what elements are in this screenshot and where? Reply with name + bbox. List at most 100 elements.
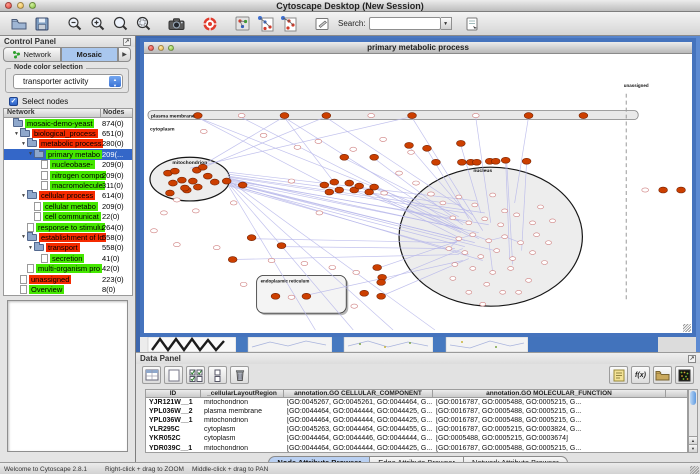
tree-row[interactable]: mosaic-demo-yeast874(0) — [4, 118, 132, 128]
gene-node[interactable] — [294, 145, 301, 149]
tree-row-label[interactable]: unassigned — [29, 275, 71, 284]
gene-node-selected-color[interactable] — [320, 182, 329, 188]
snapshot-icon[interactable] — [166, 13, 187, 34]
unselect-all-attributes-button[interactable] — [208, 366, 227, 384]
gene-node-selected-color[interactable] — [228, 257, 237, 263]
gene-node-selected-color[interactable] — [370, 184, 379, 190]
gene-node[interactable] — [213, 246, 220, 250]
gene-node[interactable] — [642, 188, 649, 192]
delete-attribute-button[interactable] — [230, 366, 249, 384]
gene-node-selected-color[interactable] — [193, 184, 202, 190]
scroll-up-button[interactable]: ▲ — [689, 436, 697, 444]
resize-grip-icon[interactable] — [683, 324, 691, 332]
tree-row[interactable]: response to stimulu264(0) — [4, 222, 132, 232]
tree-row[interactable]: secretion41(0) — [4, 253, 132, 263]
gene-node-selected-color[interactable] — [677, 187, 686, 193]
more-tabs-arrow[interactable]: ▶ — [118, 47, 131, 62]
gene-node-selected-color[interactable] — [193, 113, 202, 119]
tree-row-label[interactable]: cellular process — [39, 191, 95, 200]
gene-node-selected-color[interactable] — [322, 113, 331, 119]
gene-node[interactable] — [550, 219, 556, 223]
search-dropdown-arrow[interactable]: ▼ — [441, 17, 452, 30]
gene-node[interactable] — [288, 179, 295, 183]
expand-arrow-icon[interactable]: ▼ — [13, 131, 20, 137]
attach-file-icon[interactable] — [462, 13, 483, 34]
edge[interactable] — [196, 117, 285, 170]
gene-node-selected-color[interactable] — [222, 178, 231, 184]
gene-node[interactable] — [526, 278, 532, 282]
zoom-selected-icon[interactable] — [133, 13, 154, 34]
col-molecular-function[interactable]: annotation.GO MOLECULAR_FUNCTION — [433, 390, 666, 397]
gene-node[interactable] — [192, 209, 199, 213]
gene-node[interactable] — [238, 113, 245, 117]
gene-node-selected-color[interactable] — [524, 113, 533, 119]
gene-node[interactable] — [173, 198, 180, 202]
table-row[interactable]: YJR121W__1mitochondrion[GO:0045267, GO:0… — [146, 398, 687, 407]
tree-row-label[interactable]: transport — [46, 243, 80, 252]
annotation-icon[interactable] — [311, 13, 332, 34]
gene-node-selected-color[interactable] — [408, 113, 417, 119]
gene-node[interactable] — [151, 229, 158, 233]
gene-node[interactable] — [440, 201, 446, 205]
col-cellular-component[interactable]: annotation.GO CELLULAR_COMPONENT — [284, 390, 433, 397]
scrollbar-thumb[interactable] — [690, 391, 696, 405]
gene-node[interactable] — [542, 261, 548, 265]
gene-node[interactable] — [470, 267, 476, 271]
tree-row[interactable]: cellular metabo209(0) — [4, 201, 132, 211]
tree-row[interactable]: ▼establishment of lo558(0) — [4, 232, 132, 242]
gene-node-selected-color[interactable] — [377, 293, 386, 299]
tree-col-network[interactable]: Network — [4, 109, 101, 117]
tree-row[interactable]: multi-organism pro42(0) — [4, 263, 132, 273]
tree-row-label[interactable]: secretion — [50, 254, 84, 263]
gene-node[interactable] — [428, 192, 435, 196]
edge[interactable] — [326, 118, 472, 215]
table-row[interactable]: YLR295Ccytoplasm[GO:0045263, GO:0044464,… — [146, 425, 687, 434]
gene-node[interactable] — [510, 257, 516, 261]
gene-node[interactable] — [470, 233, 476, 237]
gene-node-selected-color[interactable] — [325, 189, 334, 195]
birdseye-view[interactable] — [7, 300, 128, 452]
expand-arrow-icon[interactable]: ▼ — [20, 193, 27, 199]
gene-node-selected-color[interactable] — [579, 113, 588, 119]
gene-node[interactable] — [530, 221, 536, 225]
gene-node-selected-color[interactable] — [180, 185, 189, 191]
gene-node-selected-color[interactable] — [271, 293, 280, 299]
gene-node-selected-color[interactable] — [280, 113, 289, 119]
gene-node[interactable] — [472, 203, 478, 207]
gene-node-selected-color[interactable] — [166, 190, 175, 196]
tree-row-label[interactable]: establishment of lo — [39, 233, 106, 242]
network-canvas-svg[interactable]: plasma membranecytoplasmmitochondrionnuc… — [144, 54, 692, 332]
gene-node[interactable] — [450, 276, 456, 280]
gene-node[interactable] — [380, 137, 387, 141]
gene-node[interactable] — [546, 241, 552, 245]
gene-node-selected-color[interactable] — [423, 145, 432, 151]
tree-row-label[interactable]: primary metabo — [46, 150, 102, 159]
gene-node[interactable] — [456, 237, 462, 241]
gene-node[interactable] — [502, 209, 508, 213]
layout-b-icon[interactable] — [278, 13, 299, 34]
tree-row-label[interactable]: macromolecule — [50, 181, 105, 190]
gene-node[interactable] — [396, 171, 403, 175]
gene-node[interactable] — [446, 247, 452, 251]
gene-node[interactable] — [466, 221, 472, 225]
gene-node-selected-color[interactable] — [472, 159, 481, 165]
gene-node[interactable] — [450, 216, 456, 220]
gene-node-selected-color[interactable] — [340, 154, 349, 160]
zoom-fit-icon[interactable] — [110, 13, 131, 34]
gene-node[interactable] — [484, 282, 490, 286]
tree-row[interactable]: ▼cellular process614(0) — [4, 191, 132, 201]
tree-col-nodes[interactable]: Nodes — [101, 109, 124, 117]
gene-node-selected-color[interactable] — [335, 187, 344, 193]
window-resize-grip-icon[interactable] — [690, 466, 699, 474]
gene-node[interactable] — [530, 251, 536, 255]
expand-arrow-icon[interactable]: ▼ — [27, 245, 34, 251]
gene-node[interactable] — [462, 251, 468, 255]
gene-node[interactable] — [490, 271, 496, 275]
gene-node[interactable] — [200, 129, 207, 133]
gene-node[interactable] — [486, 239, 492, 243]
gene-node[interactable] — [413, 181, 420, 185]
tree-row-label[interactable]: mosaic-demo-yeast — [25, 119, 94, 128]
open-button[interactable] — [8, 13, 29, 34]
gene-node[interactable] — [502, 235, 508, 239]
col-id[interactable]: ID — [146, 390, 201, 397]
